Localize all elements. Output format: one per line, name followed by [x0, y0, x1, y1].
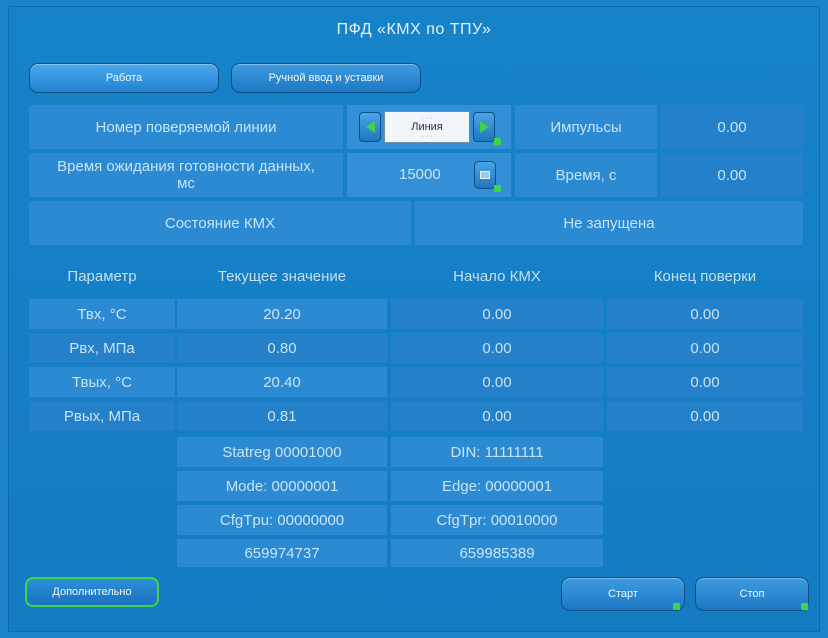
kmh-state-label: Состояние КМХ [29, 201, 411, 245]
tout-current: 20.40 [177, 367, 387, 397]
tin-current: 20.20 [177, 299, 387, 329]
line-number-label: Номер поверяемой линии [29, 105, 343, 149]
line-value-display: · · · Линия · · · [384, 111, 470, 143]
mode-value: Mode: 00000001 [177, 471, 387, 501]
time-label: Время, с [515, 153, 657, 197]
cfgtpr-value: CfgTpr: 00010000 [391, 505, 603, 535]
impulses-label: Импульсы [515, 105, 657, 149]
pout-end: 0.00 [607, 401, 803, 431]
tab-manual-input[interactable]: Ручной ввод и уставки [231, 63, 421, 93]
next-line-indicator [494, 138, 501, 145]
keyboard-button[interactable] [474, 161, 496, 189]
wait-time-value[interactable]: 15000 [399, 166, 441, 183]
counter-2: 659985389 [391, 539, 603, 567]
header-kmh-start: Начало КМХ [453, 267, 541, 285]
param-pout: Рвых, МПа [29, 401, 175, 431]
param-tout: Твых, °С [29, 367, 175, 397]
din-value: DIN: 11111111 [391, 437, 603, 467]
pout-current: 0.81 [177, 401, 387, 431]
wait-time-label: Время ожидания готовности данных, мс [29, 153, 343, 197]
param-tin: Твх, °С [29, 299, 175, 329]
header-parameter: Параметр [67, 267, 137, 285]
stop-indicator [801, 603, 808, 610]
start-button[interactable]: Старт [561, 577, 685, 611]
start-indicator [673, 603, 680, 610]
tin-end: 0.00 [607, 299, 803, 329]
time-value: 0.00 [661, 153, 803, 197]
impulses-value: 0.00 [661, 105, 803, 149]
statreg-value: Statreg 00001000 [177, 437, 387, 467]
kmh-state-value: Не запущена [415, 201, 803, 245]
pin-end: 0.00 [607, 333, 803, 363]
tout-start: 0.00 [391, 367, 603, 397]
additional-button[interactable]: Дополнительно [25, 577, 159, 607]
arrow-right-icon [479, 121, 489, 133]
arrow-left-icon [365, 121, 375, 133]
next-line-button[interactable] [473, 112, 495, 142]
prev-line-button[interactable] [359, 112, 381, 142]
counter-1: 659974737 [177, 539, 387, 567]
keyboard-icon [480, 171, 490, 179]
line-scroll-bottom: · · · [421, 132, 433, 140]
pout-start: 0.00 [391, 401, 603, 431]
tin-start: 0.00 [391, 299, 603, 329]
header-current-value: Текущее значение [217, 267, 347, 285]
pin-start: 0.00 [391, 333, 603, 363]
param-pin: Рвх, МПа [29, 333, 175, 363]
tout-end: 0.00 [607, 367, 803, 397]
tab-work[interactable]: Работа [29, 63, 219, 93]
pin-current: 0.80 [177, 333, 387, 363]
header-verification-end: Конец поверки [653, 267, 757, 285]
line-value: Линия [411, 120, 443, 133]
stop-button[interactable]: Стоп [695, 577, 809, 611]
edge-value: Edge: 00000001 [391, 471, 603, 501]
main-screen: ПФД «КМХ по ТПУ» Работа Ручной ввод и ус… [8, 6, 820, 632]
cfgtpu-value: CfgTpu: 00000000 [177, 505, 387, 535]
keyboard-indicator [494, 185, 501, 192]
window-title: ПФД «КМХ по ТПУ» [336, 21, 492, 38]
